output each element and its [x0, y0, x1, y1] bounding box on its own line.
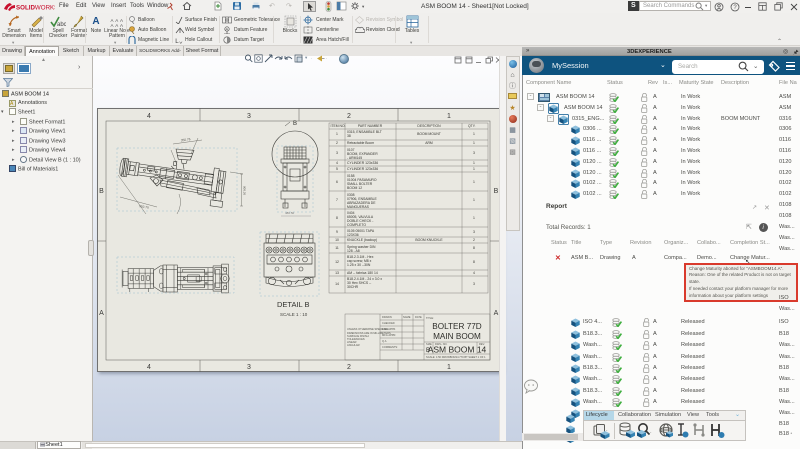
- svg-text:ARM: ARM: [425, 141, 433, 145]
- svg-text:DESCRIPTION: DESCRIPTION: [417, 124, 441, 128]
- svg-text:4: 4: [473, 271, 475, 275]
- svg-text:13: 13: [335, 271, 339, 275]
- svg-text:ITEM NO.: ITEM NO.: [331, 124, 346, 128]
- svg-text:1: 1: [473, 141, 475, 145]
- svg-text:11: 11: [335, 246, 339, 250]
- svg-text:1: 1: [473, 216, 475, 220]
- svg-text:7: 7: [336, 198, 338, 202]
- svg-text:8: 8: [336, 216, 338, 220]
- svg-text:4: 4: [147, 113, 151, 120]
- svg-text:BOOM KNUCKLE: BOOM KNUCKLE: [415, 238, 443, 242]
- svg-text:480.50: 480.50: [285, 211, 295, 215]
- svg-text:KNUCKLE (backup): KNUCKLE (backup): [347, 238, 377, 242]
- svg-text:B: B: [99, 188, 104, 195]
- svg-text:1: 1: [447, 364, 451, 371]
- svg-text:8: 8: [473, 246, 475, 250]
- svg-text:CHECKED: CHECKED: [382, 321, 395, 325]
- svg-text:908.26: 908.26: [243, 186, 247, 196]
- svg-text:NAME: NAME: [403, 315, 411, 319]
- svg-text:6: 6: [336, 180, 338, 184]
- svg-text:1: 1: [336, 132, 338, 136]
- svg-text:Q.A: Q.A: [382, 339, 387, 343]
- svg-text:10: 10: [335, 238, 339, 242]
- svg-text:ANGULAR:: ANGULAR:: [347, 343, 361, 347]
- svg-text:ENG APPR.: ENG APPR.: [382, 327, 396, 331]
- svg-text:3: 3: [473, 230, 475, 234]
- svg-text:L⌄: L⌄: [175, 38, 183, 44]
- svg-text:B: B: [293, 121, 297, 127]
- svg-text:COMPLETO: COMPLETO: [347, 223, 366, 227]
- svg-text:PART NUMBER: PART NUMBER: [358, 124, 383, 128]
- svg-text:9: 9: [336, 230, 338, 234]
- svg-text:1: 1: [447, 113, 451, 120]
- svg-text:3: 3: [336, 151, 338, 155]
- svg-text:128 - A8: 128 - A8: [347, 249, 360, 253]
- svg-text:COMMENTS:: COMMENTS:: [382, 345, 398, 349]
- svg-text:0315, ENSAMBLE BLT: 0315, ENSAMBLE BLT: [347, 130, 382, 134]
- svg-text:2: 2: [473, 238, 475, 242]
- svg-text:1: 1: [473, 167, 475, 171]
- svg-text:A: A: [226, 27, 229, 32]
- svg-text:DETAIL B: DETAIL B: [277, 300, 310, 309]
- svg-text:·: ·: [650, 430, 652, 436]
- svg-text:1: 1: [473, 180, 475, 184]
- svg-text:TITLE:: TITLE:: [426, 316, 434, 320]
- svg-text:3: 3: [247, 364, 251, 371]
- svg-text:2: 2: [336, 141, 338, 145]
- svg-text:AM -- fabrica 180 14: AM -- fabrica 180 14: [347, 271, 378, 275]
- svg-text:CYLINDER 123x336: CYLINDER 123x336: [347, 167, 378, 171]
- svg-text:SCALE 1 : 10: SCALE 1 : 10: [280, 312, 308, 317]
- svg-text:4: 4: [147, 364, 151, 371]
- svg-text:QTY.: QTY.: [468, 124, 476, 128]
- svg-text:DRAWN: DRAWN: [382, 315, 392, 319]
- svg-text:8: 8: [473, 260, 475, 264]
- svg-text:B: B: [494, 188, 499, 195]
- svg-text:5: 5: [336, 167, 338, 171]
- svg-text:2: 2: [347, 364, 351, 371]
- svg-text:MAIN BOOM: MAIN BOOM: [433, 332, 481, 341]
- svg-text:BOLTER 77D: BOLTER 77D: [432, 322, 482, 331]
- svg-text:Retractable Boom: Retractable Boom: [347, 141, 374, 145]
- svg-text:3: 3: [473, 151, 475, 155]
- svg-text:38: 38: [347, 134, 351, 138]
- svg-text:SOLIDWORKS: SOLIDWORKS: [16, 5, 55, 12]
- svg-text:CYLINDER 123x336: CYLINDER 123x336: [347, 161, 378, 165]
- svg-text:30CHR: 30CHR: [347, 285, 359, 289]
- svg-text:12: 12: [335, 260, 339, 264]
- svg-text:B: B: [426, 348, 430, 354]
- svg-text:MFG APPR.: MFG APPR.: [382, 333, 396, 337]
- svg-text:SCALE: 1:50 DRCWBOM14.770.BT: SCALE: 1:50 DRCWBOM14.770.BT SHEET 1 OF …: [426, 355, 486, 359]
- svg-text:A: A: [494, 310, 499, 317]
- svg-text:1: 1: [473, 161, 475, 165]
- svg-text:DATE: DATE: [415, 315, 422, 319]
- svg-text:14: 14: [335, 282, 339, 286]
- svg-text:MANGUERAS: MANGUERAS: [347, 205, 370, 209]
- svg-text:2: 2: [347, 113, 351, 120]
- svg-text:552.70: 552.70: [139, 204, 150, 210]
- svg-text:A: A: [99, 310, 104, 317]
- svg-text:1: 1: [473, 198, 475, 202]
- svg-text:- ARM145: - ARM145: [347, 156, 362, 160]
- svg-text:BOOM MOUNT: BOOM MOUNT: [417, 132, 441, 136]
- svg-text:1.25 x 30 --30N: 1.25 x 30 --30N: [347, 263, 371, 267]
- svg-text:4: 4: [336, 161, 338, 165]
- svg-text:ASM BOOM 14: ASM BOOM 14: [428, 345, 487, 355]
- svg-text:1: 1: [473, 132, 475, 136]
- svg-text:123X36: 123X36: [347, 233, 359, 237]
- svg-text:3: 3: [247, 113, 251, 120]
- svg-text:3: 3: [473, 282, 475, 286]
- svg-text:BOOM 12: BOOM 12: [347, 186, 362, 190]
